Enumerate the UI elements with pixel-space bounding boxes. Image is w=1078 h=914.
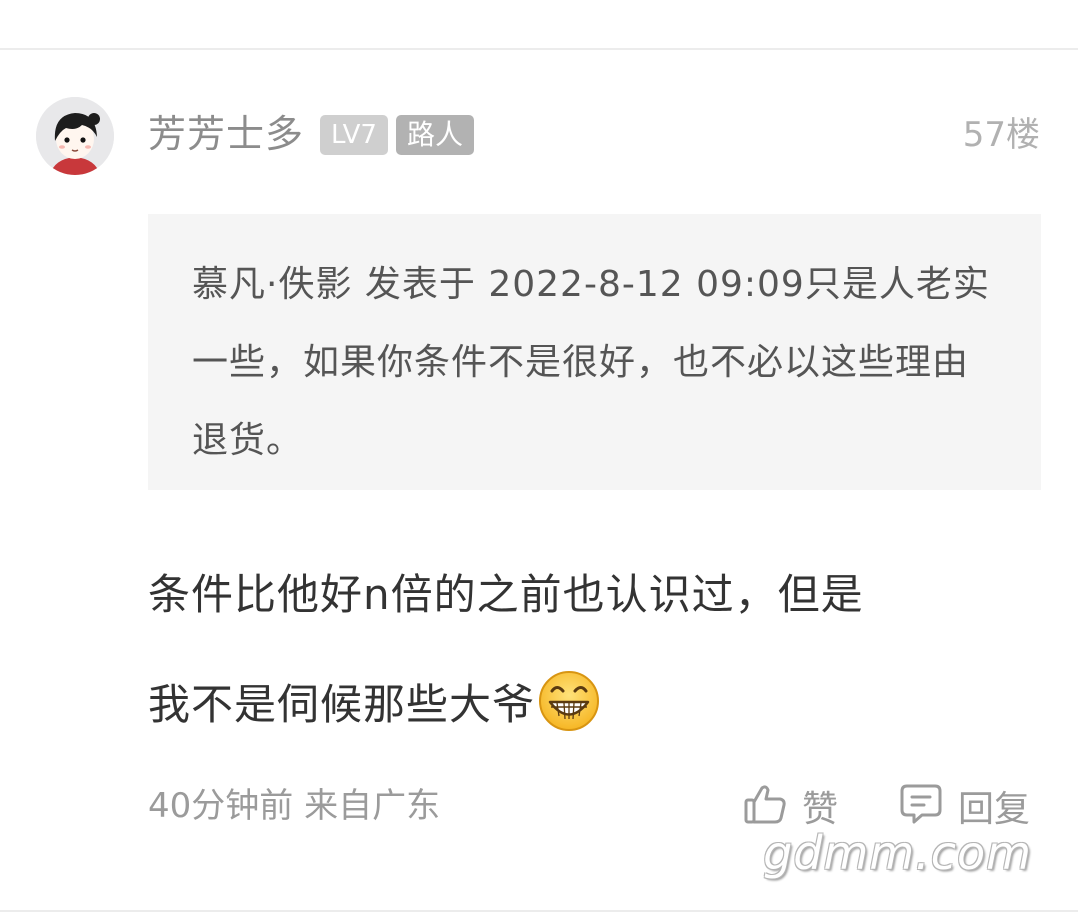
top-divider (0, 48, 1078, 50)
username[interactable]: 芳芳士多 (148, 111, 304, 157)
floor-number: 57楼 (962, 115, 1040, 155)
thumbs-up-icon (742, 781, 788, 831)
comment-body-line-2-wrap: 我不是伺候那些大爷 (148, 650, 1028, 774)
watermark: gdmm.com (763, 826, 1032, 880)
comment-body: 条件比他好n倍的之前也认识过，但是 我不是伺候那些大爷 (148, 540, 1028, 774)
like-label: 赞 (802, 789, 839, 830)
comment-body-line-1: 条件比他好n倍的之前也认识过，但是 (148, 570, 864, 619)
level-badge: LV7 (320, 115, 388, 155)
role-badge: 路人 (396, 115, 474, 155)
comment-bubble-icon (898, 781, 944, 831)
like-button[interactable]: 赞 (742, 781, 838, 831)
quoted-text: 慕凡·佚影 发表于 2022-8-12 09:09只是人老实一些，如果你条件不是… (192, 264, 990, 461)
comment-meta: 40分钟前 来自广东 (148, 786, 441, 826)
bottom-divider (0, 910, 1078, 912)
avatar[interactable] (36, 97, 114, 175)
reply-button[interactable]: 回复 (898, 781, 1030, 831)
grinning-face-icon (537, 664, 601, 774)
quoted-post[interactable]: 慕凡·佚影 发表于 2022-8-12 09:09只是人老实一些，如果你条件不是… (148, 214, 1041, 490)
reply-label: 回复 (958, 789, 1031, 830)
comment-page: 芳芳士多 LV7 路人 57楼 慕凡·佚影 发表于 2022-8-12 09:0… (0, 0, 1078, 914)
comment-body-line-2: 我不是伺候那些大爷 (148, 680, 536, 729)
